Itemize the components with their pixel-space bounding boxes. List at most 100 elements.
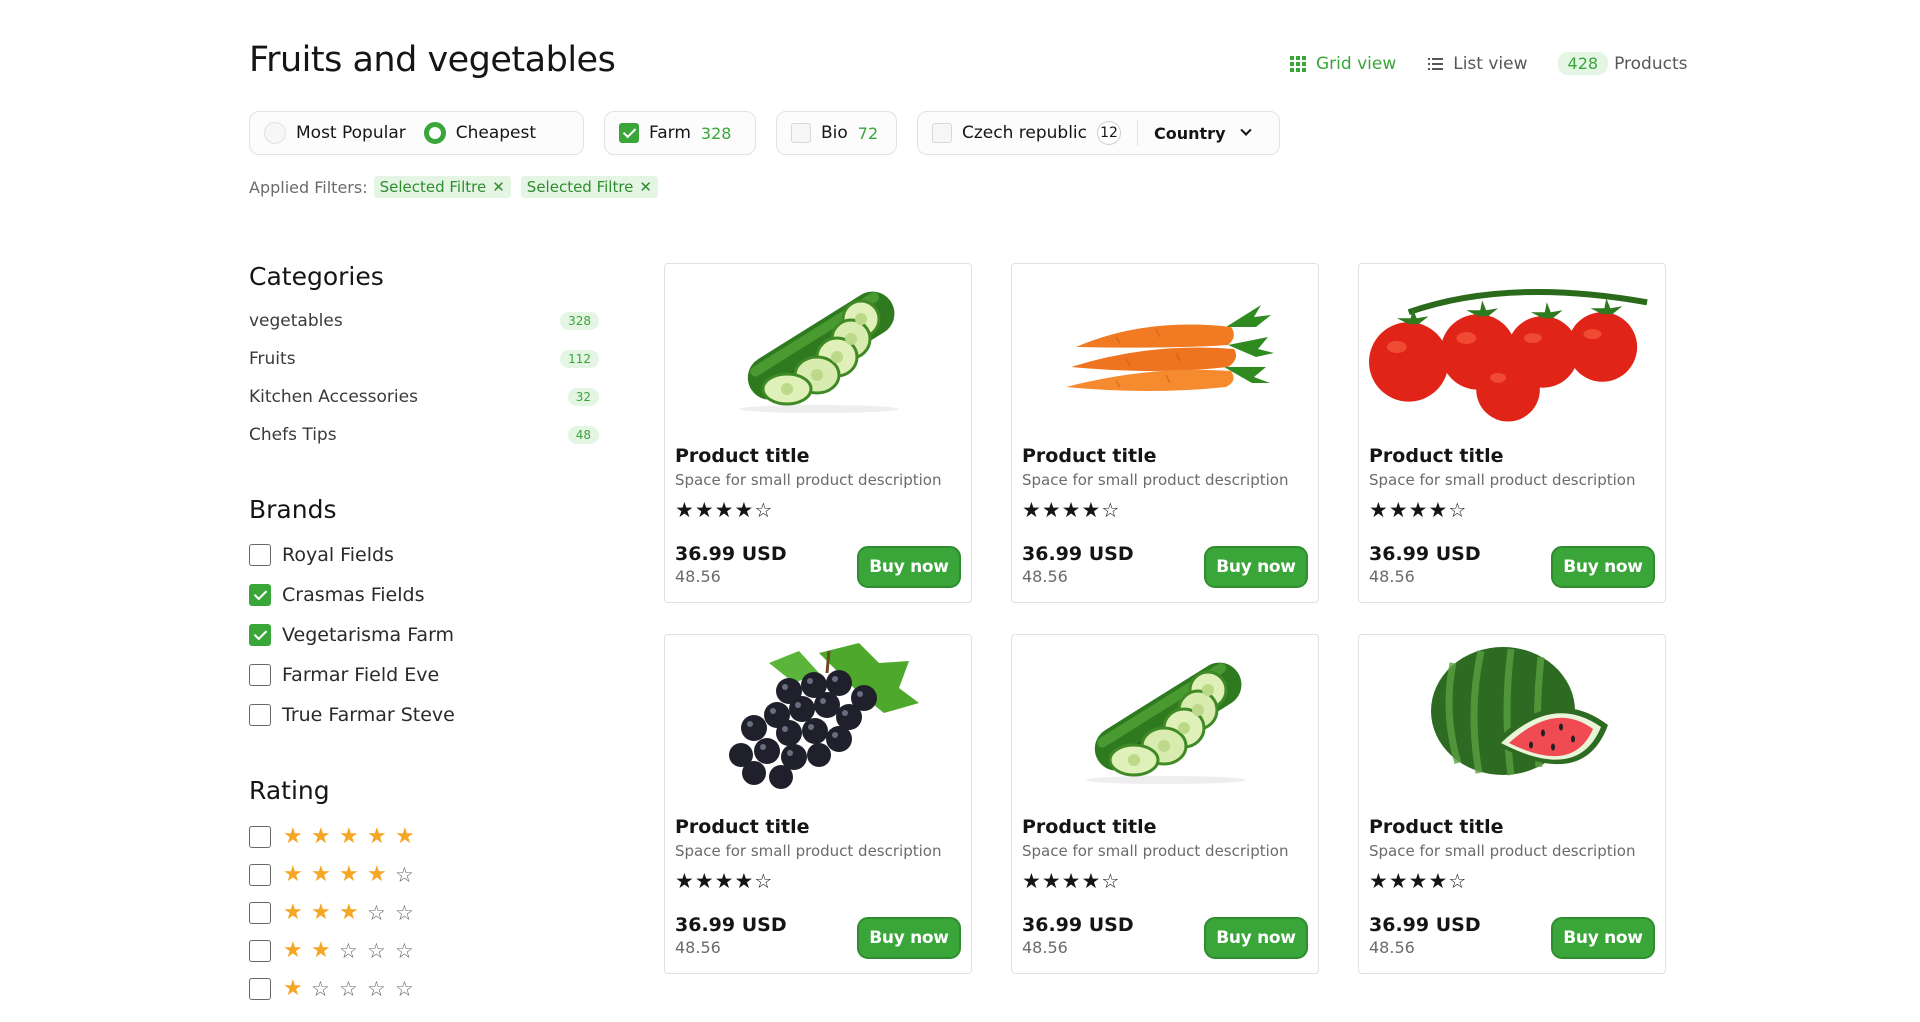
brand-item-true-farmar-steve[interactable]: True Farmar Steve <box>249 704 455 726</box>
star-filled-icon: ★ <box>714 498 734 522</box>
star-filled-icon: ★ <box>311 938 331 963</box>
product-image-tomato[interactable] <box>1369 272 1657 422</box>
product-image-carrot[interactable] <box>1022 272 1310 422</box>
brand-label: Crasmas Fields <box>282 584 425 606</box>
grid-view-button[interactable]: Grid view <box>1290 54 1396 74</box>
star-filled-icon: ★ <box>311 900 331 925</box>
category-item-kitchen-accessories[interactable]: Kitchen Accessories 32 <box>249 387 599 407</box>
buy-now-button[interactable]: Buy now <box>1551 546 1655 588</box>
star-empty-icon: ☆ <box>1101 498 1120 522</box>
product-rating: ★ ★ ★ ★ ☆ <box>1022 870 1119 892</box>
product-description: Space for small product description <box>1022 842 1289 860</box>
brand-checkbox[interactable] <box>249 584 271 606</box>
star-empty-icon: ☆ <box>311 977 330 1001</box>
radio-most-popular[interactable] <box>264 122 286 144</box>
brand-checkbox[interactable] <box>249 544 271 566</box>
rating-filter-5[interactable]: ★ ★ ★ ★ ★ <box>249 826 423 848</box>
category-item-fruits[interactable]: Fruits 112 <box>249 349 599 369</box>
filter-farm[interactable]: Farm 328 <box>604 111 756 155</box>
product-image-cucumber[interactable] <box>1022 643 1310 793</box>
category-item-vegetables[interactable]: vegetables 328 <box>249 311 599 331</box>
rating-filter-1[interactable]: ★ ☆ ☆ ☆ ☆ <box>249 978 423 1000</box>
rating-checkbox[interactable] <box>249 826 271 848</box>
bio-checkbox[interactable] <box>791 123 811 143</box>
product-image-cucumber[interactable] <box>675 272 963 422</box>
brand-item-crasmas-fields[interactable]: Crasmas Fields <box>249 584 424 606</box>
product-rating: ★ ★ ★ ★ ☆ <box>1369 499 1466 521</box>
farm-checkbox[interactable] <box>619 123 639 143</box>
category-count: 32 <box>567 388 599 406</box>
star-filled-icon: ★ <box>1408 498 1428 522</box>
farm-label: Farm <box>649 123 691 143</box>
country-select-label: Country <box>1154 123 1226 143</box>
product-old-price: 48.56 <box>1369 567 1415 586</box>
brand-checkbox[interactable] <box>249 704 271 726</box>
product-price: 36.99 USD <box>1022 914 1134 936</box>
rating-filter-3[interactable]: ★ ★ ★ ☆ ☆ <box>249 902 423 924</box>
star-filled-icon: ★ <box>283 862 303 887</box>
product-image-grapes[interactable] <box>675 643 963 793</box>
category-count: 112 <box>560 350 599 368</box>
buy-now-button[interactable]: Buy now <box>857 917 961 959</box>
radio-cheapest[interactable] <box>423 122 446 144</box>
star-empty-icon: ☆ <box>754 869 773 893</box>
product-card[interactable]: Product title Space for small product des… <box>664 263 972 603</box>
brand-checkbox[interactable] <box>249 624 271 646</box>
close-icon[interactable]: ✕ <box>492 178 505 196</box>
brand-item-royal-fields[interactable]: Royal Fields <box>249 544 394 566</box>
product-title[interactable]: Product title <box>675 445 810 467</box>
product-description: Space for small product description <box>1369 471 1636 489</box>
product-old-price: 48.56 <box>1022 567 1068 586</box>
category-item-chefs-tips[interactable]: Chefs Tips 48 <box>249 425 599 445</box>
star-filled-icon: ★ <box>694 498 714 522</box>
product-description: Space for small product description <box>675 471 942 489</box>
product-count: 428 Products <box>1557 52 1687 75</box>
sort-option-most-popular[interactable]: Most Popular <box>296 123 406 143</box>
applied-filter-tag: Selected Filtre ✕ <box>373 176 511 198</box>
filter-origin: Czech republic 12 Country <box>917 111 1280 155</box>
rating-filter-2[interactable]: ★ ★ ☆ ☆ ☆ <box>249 940 423 962</box>
product-title[interactable]: Product title <box>1022 816 1157 838</box>
product-title[interactable]: Product title <box>1369 445 1504 467</box>
product-card[interactable]: Product title Space for small product des… <box>1358 634 1666 974</box>
rating-checkbox[interactable] <box>249 940 271 962</box>
product-description: Space for small product description <box>1369 842 1636 860</box>
product-card[interactable]: Product title Space for small product des… <box>1011 263 1319 603</box>
product-old-price: 48.56 <box>675 567 721 586</box>
star-filled-icon: ★ <box>1061 498 1081 522</box>
list-view-button[interactable]: List view <box>1428 54 1528 74</box>
product-title[interactable]: Product title <box>1369 816 1504 838</box>
filter-bio[interactable]: Bio 72 <box>776 111 897 155</box>
product-count-badge: 428 <box>1557 52 1609 75</box>
rating-filter-4[interactable]: ★ ★ ★ ★ ☆ <box>249 864 423 886</box>
product-price: 36.99 USD <box>1369 543 1481 565</box>
category-label: vegetables <box>249 311 343 331</box>
product-title[interactable]: Product title <box>1022 445 1157 467</box>
rating-checkbox[interactable] <box>249 864 271 886</box>
star-empty-icon: ☆ <box>395 863 414 887</box>
product-old-price: 48.56 <box>1022 938 1068 957</box>
brand-item-farmar-field-eve[interactable]: Farmar Field Eve <box>249 664 439 686</box>
rating-checkbox[interactable] <box>249 978 271 1000</box>
rating-checkbox[interactable] <box>249 902 271 924</box>
product-image-watermelon[interactable] <box>1369 643 1657 793</box>
buy-now-button[interactable]: Buy now <box>1204 546 1308 588</box>
product-title[interactable]: Product title <box>675 816 810 838</box>
category-label: Fruits <box>249 349 296 369</box>
buy-now-button[interactable]: Buy now <box>1551 917 1655 959</box>
brand-item-vegetarisma-farm[interactable]: Vegetarisma Farm <box>249 624 454 646</box>
buy-now-button[interactable]: Buy now <box>1204 917 1308 959</box>
sort-option-cheapest[interactable]: Cheapest <box>456 123 536 143</box>
product-card[interactable]: Product title Space for small product des… <box>1358 263 1666 603</box>
brand-checkbox[interactable] <box>249 664 271 686</box>
czech-republic-checkbox[interactable] <box>932 123 952 143</box>
product-card[interactable]: Product title Space for small product des… <box>1011 634 1319 974</box>
star-filled-icon: ★ <box>311 824 331 849</box>
buy-now-button[interactable]: Buy now <box>857 546 961 588</box>
star-filled-icon: ★ <box>694 869 714 893</box>
country-select[interactable]: Country <box>1154 123 1252 143</box>
applied-filters: Applied Filters: Selected Filtre ✕ Selec… <box>249 176 662 198</box>
star-filled-icon: ★ <box>395 824 415 849</box>
product-card[interactable]: Product title Space for small product des… <box>664 634 972 974</box>
close-icon[interactable]: ✕ <box>639 178 652 196</box>
